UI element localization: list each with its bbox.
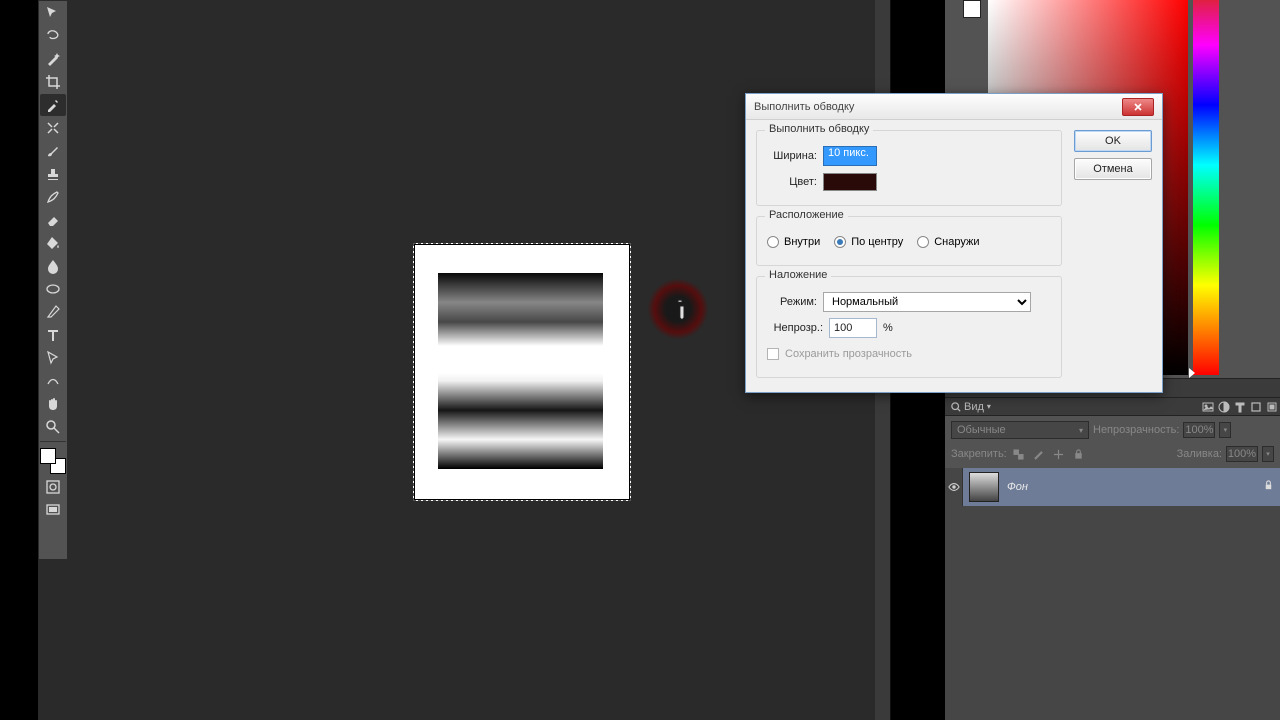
fg-color-swatch[interactable] [40,448,56,464]
opacity-value[interactable]: 100% [1183,422,1215,438]
eraser-tool[interactable] [40,209,66,231]
filter-adjust-icon[interactable] [1216,399,1232,415]
cancel-button[interactable]: Отмена [1074,158,1152,180]
dialog-titlebar[interactable]: Выполнить обводку [746,94,1162,120]
text-tool[interactable] [40,324,66,346]
stroke-group-title: Выполнить обводку [765,123,873,135]
opacity-input[interactable] [829,318,877,338]
blend-mode-value: Обычные [957,424,1006,436]
fill-label: Заливка: [1177,448,1222,460]
divider [40,441,66,442]
radio-icon [767,236,779,248]
layer-visibility-toggle[interactable] [945,468,963,506]
eyedropper-tool[interactable] [40,94,66,116]
location-group: Расположение Внутри По центру Снаружи [756,216,1062,266]
dialog-close-button[interactable] [1122,98,1154,116]
tool-strip [38,0,68,560]
brush-tool[interactable] [40,140,66,162]
layer-options: Обычные▾ Непрозрачность: 100% ▾ Закрепит… [945,418,1280,468]
history-brush-tool[interactable] [40,186,66,208]
layers-tab-kind[interactable]: Вид ▾ [945,399,997,415]
eyedropper-cursor-icon [669,297,691,319]
filter-shape-icon[interactable] [1248,399,1264,415]
opacity-label: Непрозрачность: [1093,424,1179,436]
path-select-tool[interactable] [40,347,66,369]
blur-tool[interactable] [40,255,66,277]
hand-tool[interactable] [40,393,66,415]
eye-icon [948,481,960,493]
layer-list: Фон [945,468,1280,720]
filter-text-icon[interactable] [1232,399,1248,415]
stroke-group: Выполнить обводку Ширина: 10 пикс. Цвет: [756,130,1062,206]
lock-position-icon[interactable] [1051,446,1067,462]
ok-button[interactable]: OK [1074,130,1152,152]
stroke-dialog: Выполнить обводку Выполнить обводку Шири… [745,93,1163,393]
lock-pixels-icon[interactable] [1011,446,1027,462]
location-group-title: Расположение [765,209,848,221]
dialog-title-text: Выполнить обводку [754,101,854,113]
width-label: Ширина: [767,150,817,162]
blend-group-title: Наложение [765,269,831,281]
layer-row[interactable]: Фон [963,468,1280,506]
lock-paint-icon[interactable] [1031,446,1047,462]
quickmask-toggle[interactable] [40,476,66,498]
bucket-tool[interactable] [40,232,66,254]
hue-slider[interactable] [1193,0,1219,375]
blend-mode-select[interactable]: Обычные▾ [951,421,1089,439]
radio-outside[interactable]: Снаружи [917,236,979,248]
fill-dropdown[interactable]: ▾ [1262,446,1274,462]
lock-label: Закрепить: [951,448,1007,460]
radio-icon [917,236,929,248]
radio-center-label: По центру [851,236,903,248]
move-tool[interactable] [40,2,66,24]
screenmode-toggle[interactable] [40,499,66,521]
hue-slider-handle-icon[interactable] [1189,368,1195,378]
close-icon [1133,102,1143,112]
radio-icon [834,236,846,248]
zoom-tool[interactable] [40,416,66,438]
opacity-dropdown[interactable]: ▾ [1219,422,1231,438]
percent-label: % [883,322,893,334]
lock-all-icon[interactable] [1071,446,1087,462]
pen-tool[interactable] [40,301,66,323]
color-label: Цвет: [767,176,817,188]
preserve-checkbox [767,348,779,360]
color-swatch[interactable] [823,173,877,191]
filter-smart-icon[interactable] [1264,399,1280,415]
shape-tool[interactable] [40,370,66,392]
picker-fg-swatch[interactable] [963,0,981,18]
opacity-label: Непрозр.: [767,322,823,334]
magic-wand-tool[interactable] [40,48,66,70]
layer-thumbnail[interactable] [969,472,999,502]
layer-lock-icon [1263,480,1274,494]
fill-value[interactable]: 100% [1226,446,1258,462]
blend-group: Наложение Режим: Нормальный Непрозр.: % … [756,276,1062,378]
layers-tab-bar: Вид ▾ [945,398,1280,416]
mode-label: Режим: [767,296,817,308]
sponge-tool[interactable] [40,278,66,300]
radio-center[interactable]: По центру [834,236,903,248]
crop-tool[interactable] [40,71,66,93]
canvas-document[interactable] [413,243,631,501]
radio-inside[interactable]: Внутри [767,236,820,248]
mode-select[interactable]: Нормальный [823,292,1031,312]
portrait-image [438,273,603,469]
preserve-label: Сохранить прозрачность [785,348,912,360]
filter-image-icon[interactable] [1200,399,1216,415]
lasso-tool[interactable] [40,25,66,47]
radio-inside-label: Внутри [784,236,820,248]
radio-outside-label: Снаружи [934,236,979,248]
width-input[interactable]: 10 пикс. [823,146,877,166]
rearrange-tool[interactable] [40,117,66,139]
layer-name[interactable]: Фон [1007,481,1028,493]
layers-tab-label: Вид [964,401,984,413]
color-swatches[interactable] [40,448,66,474]
stamp-tool[interactable] [40,163,66,185]
